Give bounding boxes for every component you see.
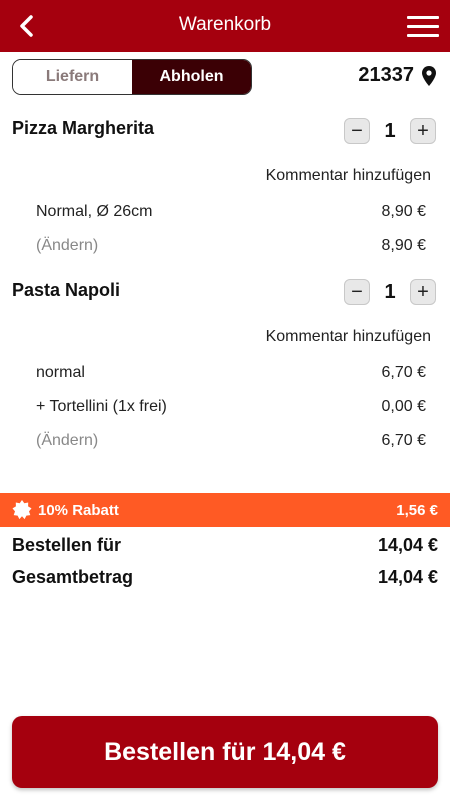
change-link[interactable]: (Ändern) — [36, 237, 98, 255]
total-value: 14,04 € — [377, 567, 438, 587]
option-label: Normal, Ø 26cm — [36, 203, 153, 220]
cart-item-name: Pasta Napoli — [12, 280, 121, 300]
location-pin-icon — [422, 65, 436, 86]
total-row: Gesamtbetrag 14,04 € — [12, 567, 438, 588]
option-price: 0,00 € — [381, 398, 426, 415]
item-subtotal: 8,90 € — [381, 237, 426, 254]
order-for-label: Bestellen für — [12, 535, 122, 555]
option-price: 8,90 € — [381, 203, 426, 220]
discount-amount: 1,56 € — [396, 501, 438, 519]
total-label: Gesamtbetrag — [12, 567, 134, 587]
postal-code: 21337 — [358, 64, 414, 86]
increase-button[interactable]: + — [410, 118, 436, 144]
page-title: Warenkorb — [178, 14, 272, 35]
hamburger-menu-icon[interactable] — [404, 10, 442, 42]
option-price: 6,70 € — [381, 364, 426, 381]
decrease-button[interactable]: − — [344, 279, 370, 305]
order-for-row: Bestellen für 14,04 € — [12, 535, 438, 556]
quantity-value: 1 — [384, 280, 396, 303]
list-item: (Ändern) 8,90 € — [36, 237, 426, 255]
place-order-button[interactable]: Bestellen für 14,04 € — [12, 716, 438, 788]
app-bar: Warenkorb — [0, 0, 450, 52]
delivery-mode-toggle: Liefern Abholen — [12, 59, 252, 95]
increase-button[interactable]: + — [410, 279, 436, 305]
add-comment-link[interactable]: Kommentar hinzufügen — [266, 328, 431, 346]
list-item: normal 6,70 € — [36, 364, 426, 382]
item-subtotal: 6,70 € — [381, 432, 426, 449]
tab-pickup[interactable]: Abholen — [132, 60, 251, 94]
cart-item-name: Pizza Margherita — [12, 118, 155, 138]
list-item: Normal, Ø 26cm 8,90 € — [36, 203, 426, 221]
tab-delivery[interactable]: Liefern — [13, 60, 132, 94]
list-item: (Ändern) 6,70 € — [36, 432, 426, 450]
option-label: + Tortellini (1x frei) — [36, 398, 167, 415]
add-comment-link[interactable]: Kommentar hinzufügen — [266, 167, 431, 185]
discount-label: 10% Rabatt — [38, 501, 119, 519]
decrease-button[interactable]: − — [344, 118, 370, 144]
quantity-stepper: − 1 + — [344, 118, 436, 144]
quantity-value: 1 — [384, 119, 396, 142]
quantity-stepper: − 1 + — [344, 279, 436, 305]
list-item: + Tortellini (1x frei) 0,00 € — [36, 398, 426, 416]
option-label: normal — [36, 364, 85, 381]
order-for-value: 14,04 € — [377, 535, 438, 555]
discount-banner: 10% Rabatt 1,56 € — [0, 493, 450, 527]
discount-badge-icon — [12, 500, 32, 520]
change-link[interactable]: (Ändern) — [36, 432, 98, 450]
postal-code-selector[interactable]: 21337 — [358, 64, 436, 87]
